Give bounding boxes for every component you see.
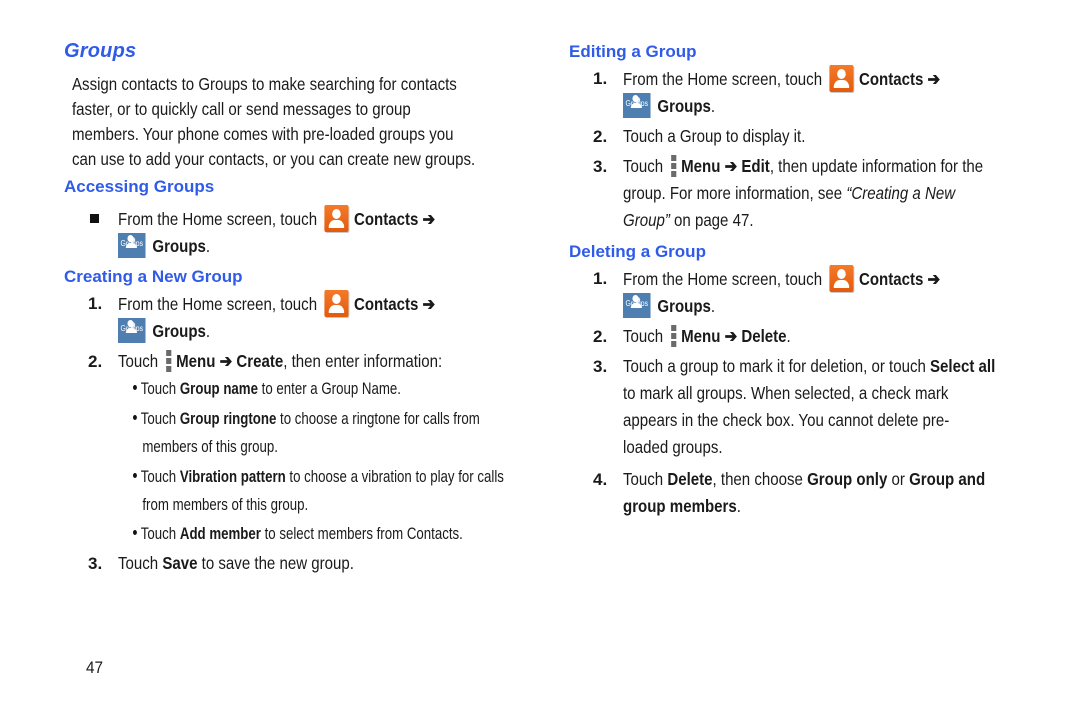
step-number: 1.	[593, 269, 608, 288]
creating-step-3: Touch Save to save the new group.	[118, 553, 354, 573]
accessing-step-cont: Groups Groups.	[118, 233, 210, 260]
contacts-app-icon	[324, 205, 349, 232]
heading-deleting-group: Deleting a Group	[569, 242, 706, 261]
bullet-vibration-pattern: Touch Vibration pattern to choose a vibr…	[133, 463, 504, 519]
bullet-add-member: Touch Add member to select members from …	[133, 520, 463, 548]
bullet-group-name: Touch Group name to enter a Group Name.	[133, 375, 401, 403]
accessing-step: From the Home screen, touch Contacts ➔	[118, 205, 435, 233]
step-number: 4.	[593, 470, 608, 489]
bullet-dot-icon	[133, 473, 137, 478]
deleting-step-3: Touch a group to mark it for deletion, o…	[623, 356, 996, 457]
contacts-label: Contacts	[353, 209, 419, 229]
cross-reference-link[interactable]: “Creating a New	[846, 183, 955, 203]
deleting-step-2: Touch Menu ➔ Delete.	[623, 325, 791, 347]
step-number: 1.	[593, 69, 608, 88]
contacts-app-icon	[829, 265, 854, 292]
page-title: Groups	[64, 40, 137, 62]
intro-paragraph: Assign contacts to Groups to make search…	[72, 72, 475, 172]
groups-app-icon: Groups	[623, 93, 651, 118]
step-number: 3.	[88, 554, 103, 573]
menu-dots-icon	[670, 155, 676, 177]
step-number: 2.	[593, 327, 608, 346]
deleting-step-4: Touch Delete, then choose Group only or …	[623, 469, 986, 516]
groups-app-icon: Groups	[118, 318, 146, 343]
deleting-step-1: From the Home screen, touch Contacts ➔	[623, 265, 940, 293]
editing-step-1: From the Home screen, touch Contacts ➔	[623, 65, 940, 93]
contacts-app-icon	[829, 65, 854, 92]
creating-step-1: From the Home screen, touch Contacts ➔	[118, 290, 435, 318]
intro-line: members. Your phone comes with pre-loade…	[72, 124, 454, 144]
step-number: 3.	[593, 157, 608, 176]
bullet-dot-icon	[133, 415, 137, 420]
step-number: 2.	[593, 127, 608, 146]
page-number: 47	[86, 658, 104, 677]
heading-creating-group: Creating a New Group	[64, 267, 243, 286]
heading-accessing-groups: Accessing Groups	[64, 177, 215, 196]
bullet-group-ringtone: Touch Group ringtone to choose a rington…	[133, 405, 480, 461]
square-bullet-icon	[90, 214, 99, 223]
intro-line: faster, or to quickly call or send messa…	[72, 99, 411, 119]
step-number: 3.	[593, 357, 608, 376]
menu-dots-icon	[670, 325, 676, 347]
cross-reference-link[interactable]: Group”	[623, 210, 670, 230]
heading-editing-group: Editing a Group	[569, 42, 697, 61]
editing-step-1-cont: Groups Groups.	[623, 93, 715, 120]
groups-app-icon: Groups	[623, 293, 651, 318]
step-number: 1.	[88, 294, 103, 313]
bullet-dot-icon	[133, 385, 137, 390]
step-number: 2.	[88, 352, 103, 371]
deleting-step-1-cont: Groups Groups.	[623, 293, 715, 320]
intro-line: Assign contacts to Groups to make search…	[72, 74, 457, 94]
groups-app-icon: Groups	[118, 233, 146, 258]
creating-step-2: Touch Menu ➔ Create, then enter informat…	[118, 350, 443, 372]
creating-step-1-cont: Groups Groups.	[118, 318, 210, 345]
editing-step-2: Touch a Group to display it.	[623, 126, 806, 146]
intro-line: can use to add your contacts, or you can…	[72, 149, 476, 169]
editing-step-3: Touch Menu ➔ Edit, then update informati…	[623, 155, 984, 230]
bullet-dot-icon	[133, 530, 137, 535]
contacts-app-icon	[324, 290, 349, 317]
menu-dots-icon	[165, 350, 171, 372]
